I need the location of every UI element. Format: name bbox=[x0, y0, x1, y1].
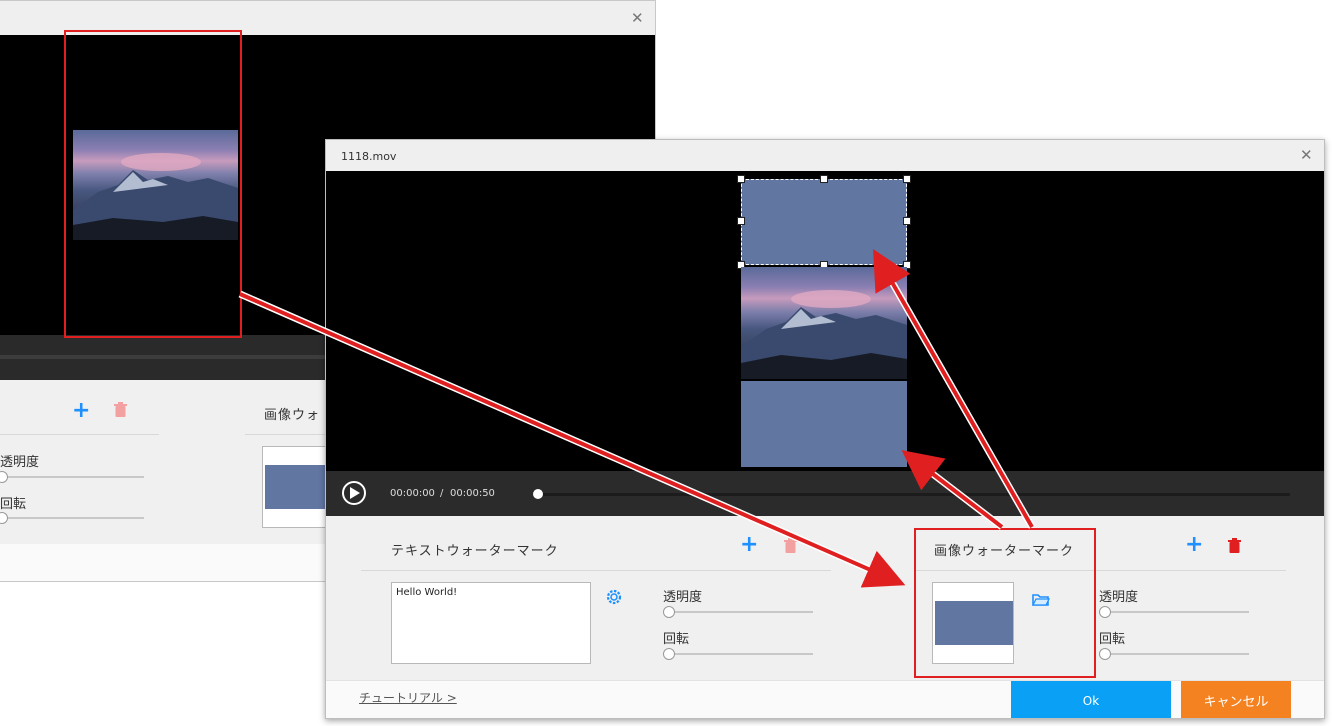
annotation-arrows bbox=[238, 249, 1036, 588]
arrow-to-bottom-watermark bbox=[901, 450, 1004, 529]
arrow-to-image-watermark bbox=[239, 292, 906, 588]
